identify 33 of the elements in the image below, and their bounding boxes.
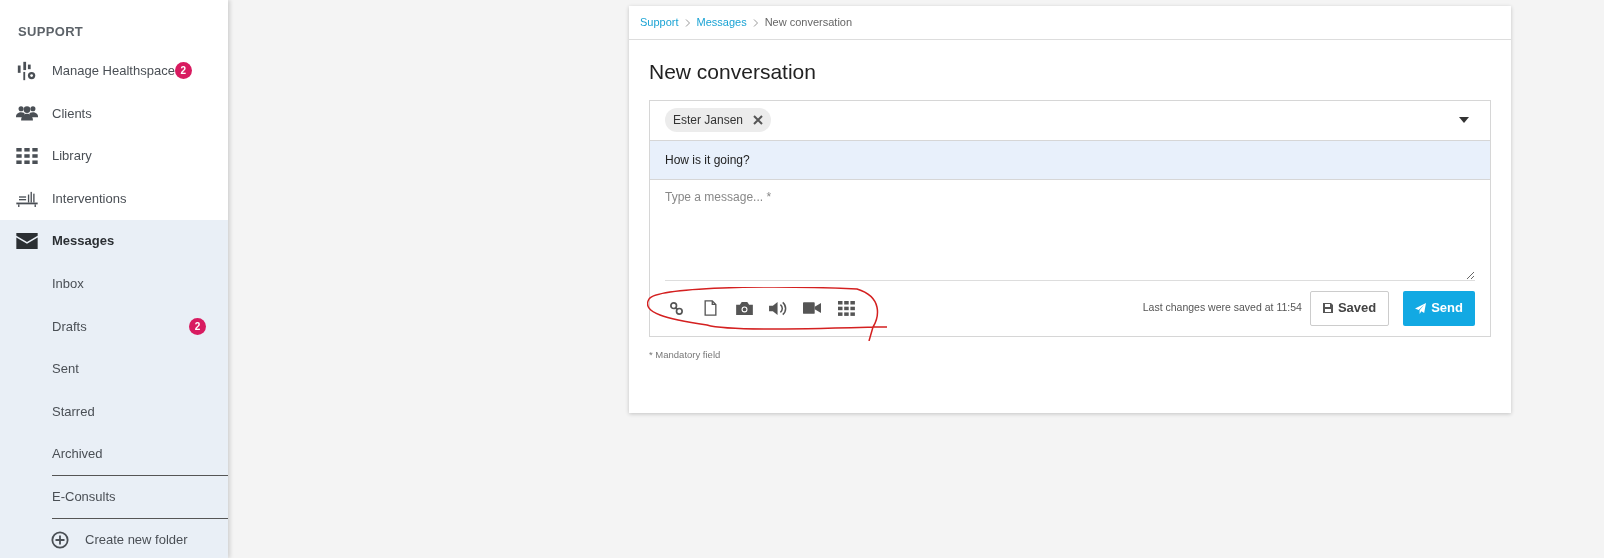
grid-icon: [16, 148, 38, 164]
sidebar-item[interactable]: Library: [0, 134, 228, 178]
sidebar-item[interactable]: Starred: [52, 390, 228, 433]
notification-badge: 2: [189, 317, 206, 335]
sidebar-item[interactable]: Inbox: [52, 262, 228, 306]
bookshelf-icon: [16, 190, 38, 207]
sidebar-item[interactable]: Archived: [52, 432, 228, 476]
recipient-chip[interactable]: Ester Jansen: [665, 108, 772, 132]
chevron-icon: [752, 18, 759, 27]
subject-field[interactable]: How is it going?: [650, 140, 1490, 180]
breadcrumb-current: New conversation: [764, 15, 853, 31]
envelope-icon: [16, 233, 38, 250]
notification-badge: 2: [174, 62, 192, 80]
sidebar-item[interactable]: Interventions: [0, 177, 228, 220]
sidebar-item[interactable]: Manage Healthspace 2: [0, 49, 228, 93]
paper-plane-icon: [1415, 302, 1427, 314]
footnote-text: * Mandatory field: [649, 347, 722, 362]
sidebar-heading: SUPPORT: [17, 23, 85, 41]
chevron-icon: [684, 18, 691, 27]
sidebar-item[interactable]: Messages: [0, 219, 228, 263]
saved-button[interactable]: Saved: [1309, 290, 1390, 326]
message-field[interactable]: Type a message... *: [665, 187, 1475, 280]
sidebar-item[interactable]: Clients: [0, 92, 228, 135]
people-icon: [16, 104, 38, 123]
sidebar-item[interactable]: Create new folder: [52, 518, 228, 558]
close-icon[interactable]: [753, 115, 764, 125]
plus-circle-icon: [51, 530, 69, 549]
sidebar-item[interactable]: Drafts 2: [52, 305, 228, 348]
save-status-text: Last changes were saved at 11:54: [1142, 300, 1302, 316]
sidebar-item[interactable]: Sent: [52, 347, 228, 391]
sidebar-item[interactable]: E-Consults: [52, 475, 228, 519]
page-title: New conversation: [649, 59, 817, 85]
dropdown-caret-icon[interactable]: [1459, 117, 1469, 123]
